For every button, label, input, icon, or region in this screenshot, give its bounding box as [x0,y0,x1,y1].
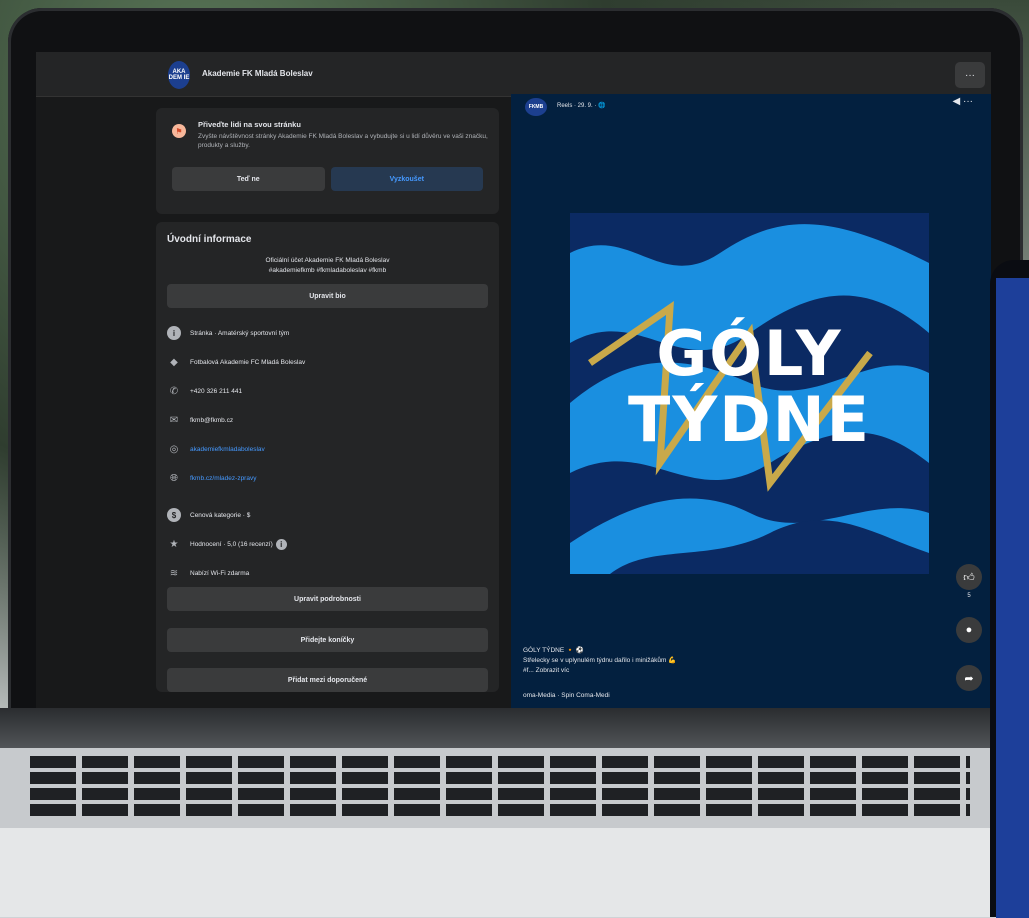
laptop-palmrest [0,828,1000,917]
key-row [30,788,970,800]
info-row-text: fkmb@fkmb.cz [190,416,234,424]
reel-caption: GÓLY TÝDNE 🔸 ⚽ Střelecky se v uplynulém … [523,646,676,676]
like-icon[interactable]: 👍︎ [956,564,982,590]
laptop-keyboard [0,748,1000,828]
phone-icon: ✆ [169,385,179,397]
promo-text: Zvyšte návštěvnost stránky Akademie FK M… [198,133,488,149]
mute-icon[interactable]: ◀ ··· [953,96,973,107]
caption-line-3[interactable]: #f... Zobrazit víc [523,666,676,676]
info-row-text: Fotbalová Akademie FC Mladá Boleslav [190,358,306,366]
instagram-link[interactable]: akademiefkmladaboleslav [190,446,265,453]
bio-line-2: #akademiefkmb #fkmladaboleslav #fkmb [268,267,387,274]
location-icon: ◆ [170,356,178,368]
poster-title: GÓLY TÝDNE [570,321,929,453]
price-icon: $ [167,508,181,522]
add-hobbies-button[interactable]: Přidejte koníčky [167,628,488,652]
info-row-rating: ★ Hodnocení · 5,0 (16 recenzí) i [167,537,287,551]
more-options-button[interactable]: ··· [955,62,985,88]
info-row-text: Nabízí Wi-Fi zdarma [190,569,250,577]
page-title[interactable]: Akademie FK Mladá Boleslav [202,69,313,78]
left-column: ⚑ Přiveďte lidi na svou stránku Zvyšte n… [156,108,499,700]
caption-line-1: GÓLY TÝDNE 🔸 ⚽ [523,647,584,654]
reel-meta: Reels · 29. 9. · 🌐 [557,103,606,109]
info-row-text: Stránka · Amatérský sportovní tým [190,329,290,337]
info-icon: i [167,326,181,340]
share-icon[interactable]: ➦ [956,665,982,691]
star-icon: ★ [169,538,179,550]
bio-line-1: Oficiální účet Akademie FK Mladá Bolesla… [265,257,390,264]
info-row-text: Hodnocení · 5,0 (16 recenzí) [190,540,273,548]
add-featured-button[interactable]: Přidat mezi doporučené [167,668,488,692]
caption-line-2: Střelecky se v uplynulém týdnu dařilo i … [523,657,677,664]
info-row-category: i Stránka · Amatérský sportovní tým [167,326,289,340]
laptop-screen: AKA DEM IE Akademie FK Mladá Boleslav ··… [36,52,991,710]
instagram-icon: ◎ [169,443,179,455]
info-row-wifi: ≋ Nabízí Wi-Fi zdarma [167,566,249,580]
key-row [30,756,970,768]
poster-title-line-2: TÝDNE [628,383,871,456]
info-row-instagram[interactable]: ◎ akademiefkmladaboleslav [167,442,265,456]
intro-card: Úvodní informace Oficiální účet Akademie… [156,222,499,692]
reel-actions: 👍︎ 5 ● ➦ [956,564,982,697]
info-row-location: ◆ Fotbalová Akademie FC Mladá Boleslav [167,355,305,369]
promo-buttons: Teď ne Vyzkoušet [172,167,483,191]
edit-details-button[interactable]: Upravit podrobnosti [167,587,488,611]
globe-icon: 🌐︎ [170,472,178,484]
not-now-button[interactable]: Teď ne [172,167,325,191]
website-link[interactable]: fkmb.cz/mladez-zpravy [190,475,256,482]
reel-viewer[interactable]: FKMB Reels · 29. 9. · 🌐 ◀ ··· GÓLY TÝDNE… [511,94,991,710]
info-row-text: Cenová kategorie · $ [190,511,251,519]
rating-info-icon[interactable]: i [275,538,287,550]
comment-icon[interactable]: ● [956,617,982,643]
edit-bio-button[interactable]: Upravit bio [167,284,488,308]
reel-video-poster[interactable]: GÓLY TÝDNE [570,213,929,574]
phone-device [990,260,1029,918]
laptop-hinge [0,708,1000,752]
info-row-phone: ✆ +420 326 211 441 [167,384,242,398]
info-row-website[interactable]: 🌐︎ fkmb.cz/mladez-zpravy [167,471,256,485]
poster-title-line-1: GÓLY [656,317,843,390]
reel-audio-track[interactable]: oma-Media · Spin Coma-Medi [523,692,610,699]
info-row-email: ✉ fkmb@fkmb.cz [167,413,233,427]
wifi-icon: ≋ [169,567,179,579]
phone-screen [996,278,1029,918]
reel-avatar[interactable]: FKMB [525,98,547,116]
key-row [30,772,970,784]
info-row-price: $ Cenová kategorie · $ [167,508,250,522]
key-row [30,804,970,816]
email-icon: ✉ [169,414,179,426]
try-button[interactable]: Vyzkoušet [330,167,483,191]
flag-icon: ⚑ [172,124,186,138]
info-row-text: +420 326 211 441 [190,387,243,395]
page-logo[interactable]: AKA DEM IE [168,61,190,89]
bio-text: Oficiální účet Akademie FK Mladá Bolesla… [156,256,499,276]
intro-title: Úvodní informace [167,234,252,245]
like-count: 5 [967,593,971,599]
page-header-bar: AKA DEM IE Akademie FK Mladá Boleslav ··… [36,52,991,97]
promo-card: ⚑ Přiveďte lidi na svou stránku Zvyšte n… [156,108,499,214]
promo-title: Přiveďte lidi na svou stránku [198,120,301,129]
